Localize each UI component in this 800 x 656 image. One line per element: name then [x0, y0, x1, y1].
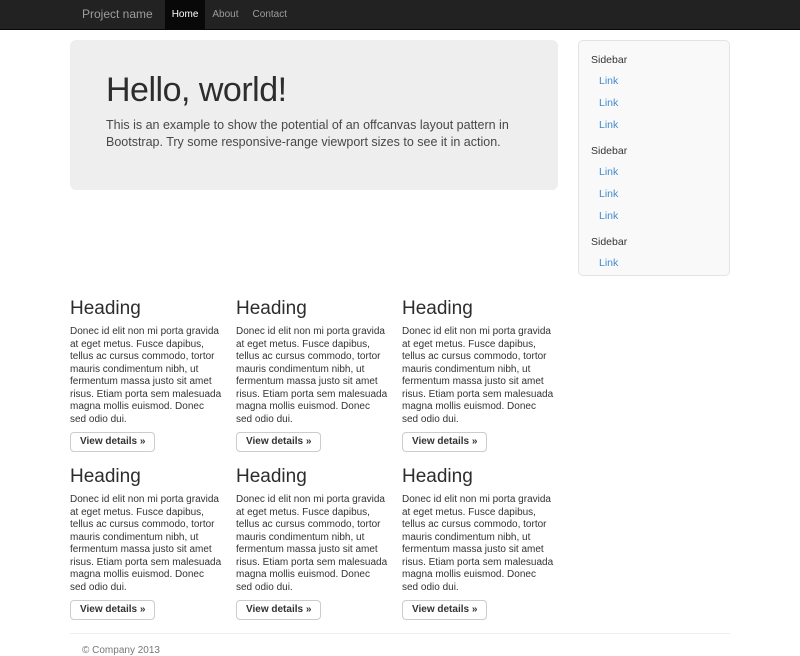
card-body-text: Donec id elit non mi porta gravida at eg…: [402, 326, 554, 426]
sidebar-link[interactable]: Link: [579, 274, 729, 276]
jumbotron: Hello, world! This is an example to show…: [70, 40, 558, 190]
nav-item-contact[interactable]: Contact: [246, 0, 294, 29]
hero-row: Hello, world! This is an example to show…: [70, 40, 730, 276]
card-body-text: Donec id elit non mi porta gravida at eg…: [70, 494, 222, 594]
card-3: Heading Donec id elit non mi porta gravi…: [402, 298, 554, 452]
card-heading: Heading: [236, 298, 388, 319]
view-details-button[interactable]: View details »: [236, 600, 321, 620]
card-body-text: Donec id elit non mi porta gravida at eg…: [236, 326, 388, 426]
copyright-text: © Company 2013: [82, 645, 730, 656]
card-heading: Heading: [236, 466, 388, 487]
nav-item-about[interactable]: About: [205, 0, 245, 29]
page-title: Hello, world!: [106, 72, 522, 108]
sidebar-group-title: Sidebar: [579, 141, 729, 161]
sidebar-link[interactable]: Link: [579, 205, 729, 227]
sidebar-group-title: Sidebar: [579, 50, 729, 70]
brand-link[interactable]: Project name: [70, 0, 165, 29]
sidebar-group-2: Sidebar Link Link Link: [579, 141, 729, 227]
card-1: Heading Donec id elit non mi porta gravi…: [70, 298, 222, 452]
card-body-text: Donec id elit non mi porta gravida at eg…: [236, 494, 388, 594]
card-6: Heading Donec id elit non mi porta gravi…: [402, 466, 554, 620]
sidebar-link[interactable]: Link: [579, 252, 729, 274]
sidebar-group-3: Sidebar Link Link: [579, 232, 729, 276]
nav-item-home[interactable]: Home: [165, 0, 206, 29]
view-details-button[interactable]: View details »: [402, 600, 487, 620]
sidebar-link[interactable]: Link: [579, 70, 729, 92]
card-heading: Heading: [70, 298, 222, 319]
sidebar-link[interactable]: Link: [579, 114, 729, 136]
view-details-button[interactable]: View details »: [70, 600, 155, 620]
view-details-button[interactable]: View details »: [402, 432, 487, 452]
sidebar-link[interactable]: Link: [579, 161, 729, 183]
card-body-text: Donec id elit non mi porta gravida at eg…: [402, 494, 554, 594]
sidebar-link[interactable]: Link: [579, 183, 729, 205]
navbar-container: Project name Home About Contact: [70, 0, 730, 29]
footer-divider: [70, 633, 730, 634]
card-4: Heading Donec id elit non mi porta gravi…: [70, 466, 222, 620]
jumbotron-description: This is an example to show the potential…: [106, 117, 522, 151]
navbar-menu: Home About Contact: [165, 0, 294, 29]
view-details-button[interactable]: View details »: [70, 432, 155, 452]
sidebar-group-title: Sidebar: [579, 232, 729, 252]
card-body-text: Donec id elit non mi porta gravida at eg…: [70, 326, 222, 426]
page-container: Hello, world! This is an example to show…: [70, 40, 730, 656]
sidebar-panel: Sidebar Link Link Link Sidebar Link Link…: [578, 40, 730, 276]
cards-grid: Heading Donec id elit non mi porta gravi…: [70, 298, 568, 620]
card-heading: Heading: [402, 466, 554, 487]
card-heading: Heading: [402, 298, 554, 319]
card-5: Heading Donec id elit non mi porta gravi…: [236, 466, 388, 620]
card-2: Heading Donec id elit non mi porta gravi…: [236, 298, 388, 452]
navbar: Project name Home About Contact: [0, 0, 800, 30]
view-details-button[interactable]: View details »: [236, 432, 321, 452]
footer: © Company 2013: [70, 633, 730, 656]
sidebar-link[interactable]: Link: [579, 92, 729, 114]
sidebar-group-1: Sidebar Link Link Link: [579, 50, 729, 136]
card-heading: Heading: [70, 466, 222, 487]
